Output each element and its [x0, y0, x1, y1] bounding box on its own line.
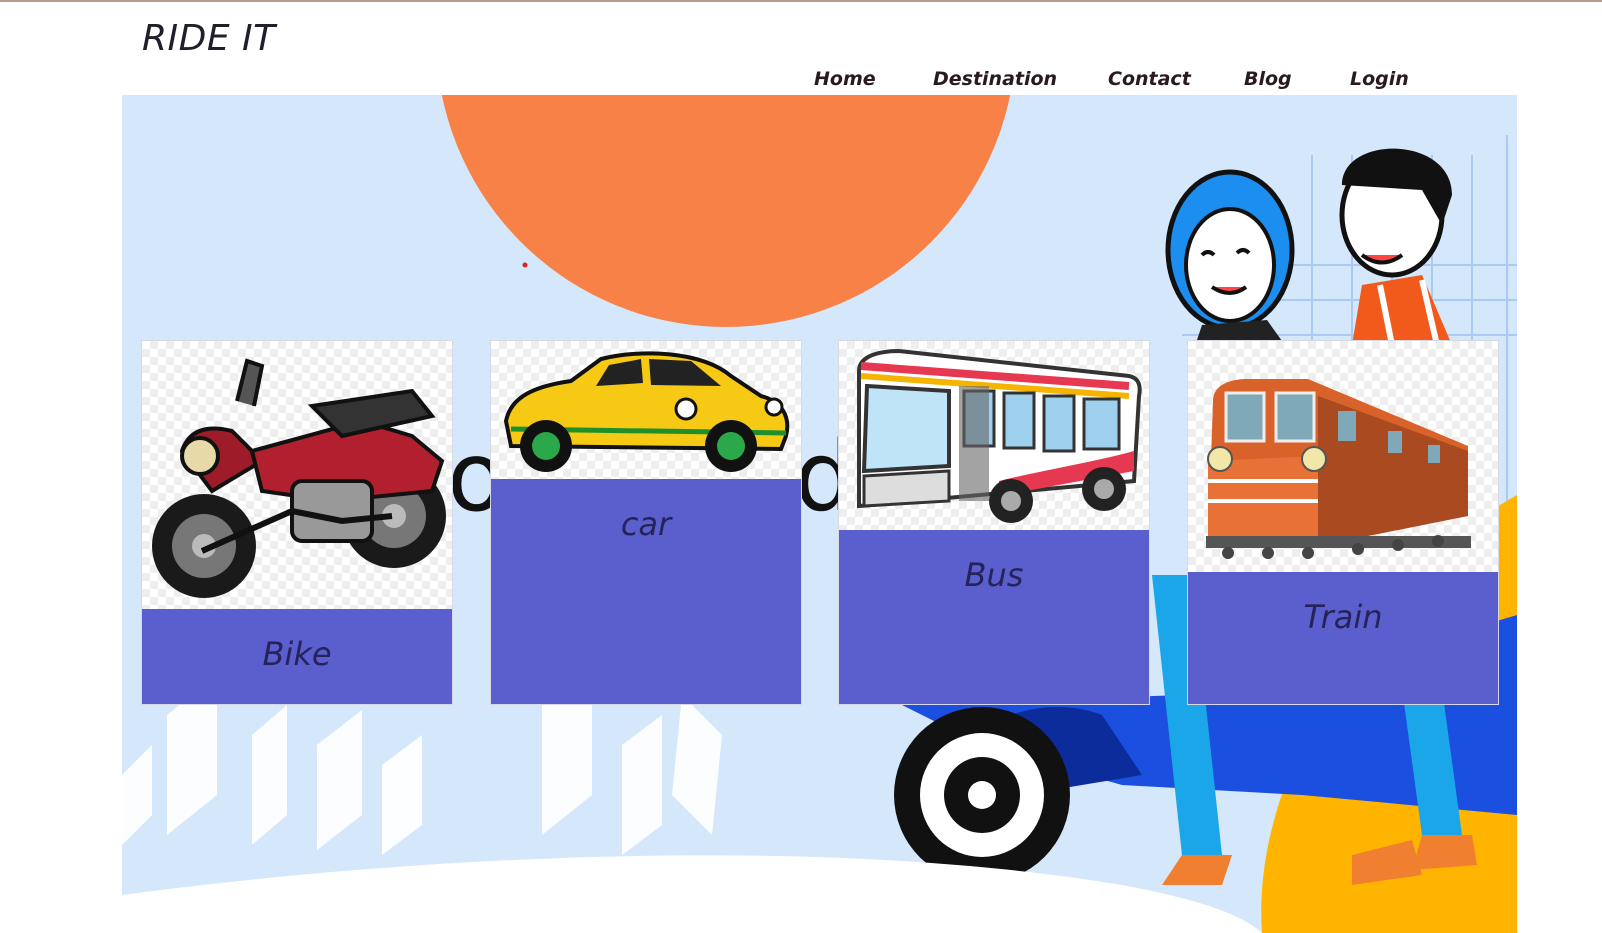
- nav-blog-link[interactable]: Blog: [1244, 68, 1292, 90]
- train-image: [1188, 341, 1498, 574]
- bus-label: Bus: [964, 556, 1024, 594]
- vehicle-card-car[interactable]: car: [490, 340, 802, 705]
- vehicle-card-bus[interactable]: Bus: [838, 340, 1150, 705]
- nav-contact-link[interactable]: Contact: [1108, 68, 1191, 90]
- motorbike-icon: [152, 358, 446, 598]
- nav-destination-link[interactable]: Destination: [933, 68, 1057, 90]
- train-icon: [1206, 379, 1471, 559]
- bus-label-box: Bus: [839, 530, 1149, 704]
- nav-home-link[interactable]: Home: [814, 68, 876, 90]
- car-image: [491, 341, 801, 481]
- train-label-box: Train: [1188, 572, 1498, 704]
- nav-login-link[interactable]: Login: [1350, 68, 1409, 90]
- car-label-box: car: [491, 479, 801, 704]
- bike-label-box: Bike: [142, 609, 452, 704]
- bus-image: [839, 341, 1149, 532]
- bus-icon: [857, 348, 1142, 523]
- girl-rider-figure: [1165, 169, 1295, 355]
- top-divider: [0, 0, 1602, 2]
- site-logo[interactable]: RIDE IT: [142, 18, 276, 59]
- bike-image: [142, 341, 452, 611]
- train-label: Train: [1303, 598, 1383, 636]
- car-label: car: [620, 505, 672, 543]
- vehicle-card-bike[interactable]: Bike: [141, 340, 453, 705]
- car-icon: [503, 351, 790, 472]
- boy-rider-figure: [1339, 148, 1452, 346]
- vehicle-card-train[interactable]: Train: [1187, 340, 1499, 705]
- sun-shape: [441, 95, 1011, 327]
- bike-label: Bike: [262, 635, 332, 673]
